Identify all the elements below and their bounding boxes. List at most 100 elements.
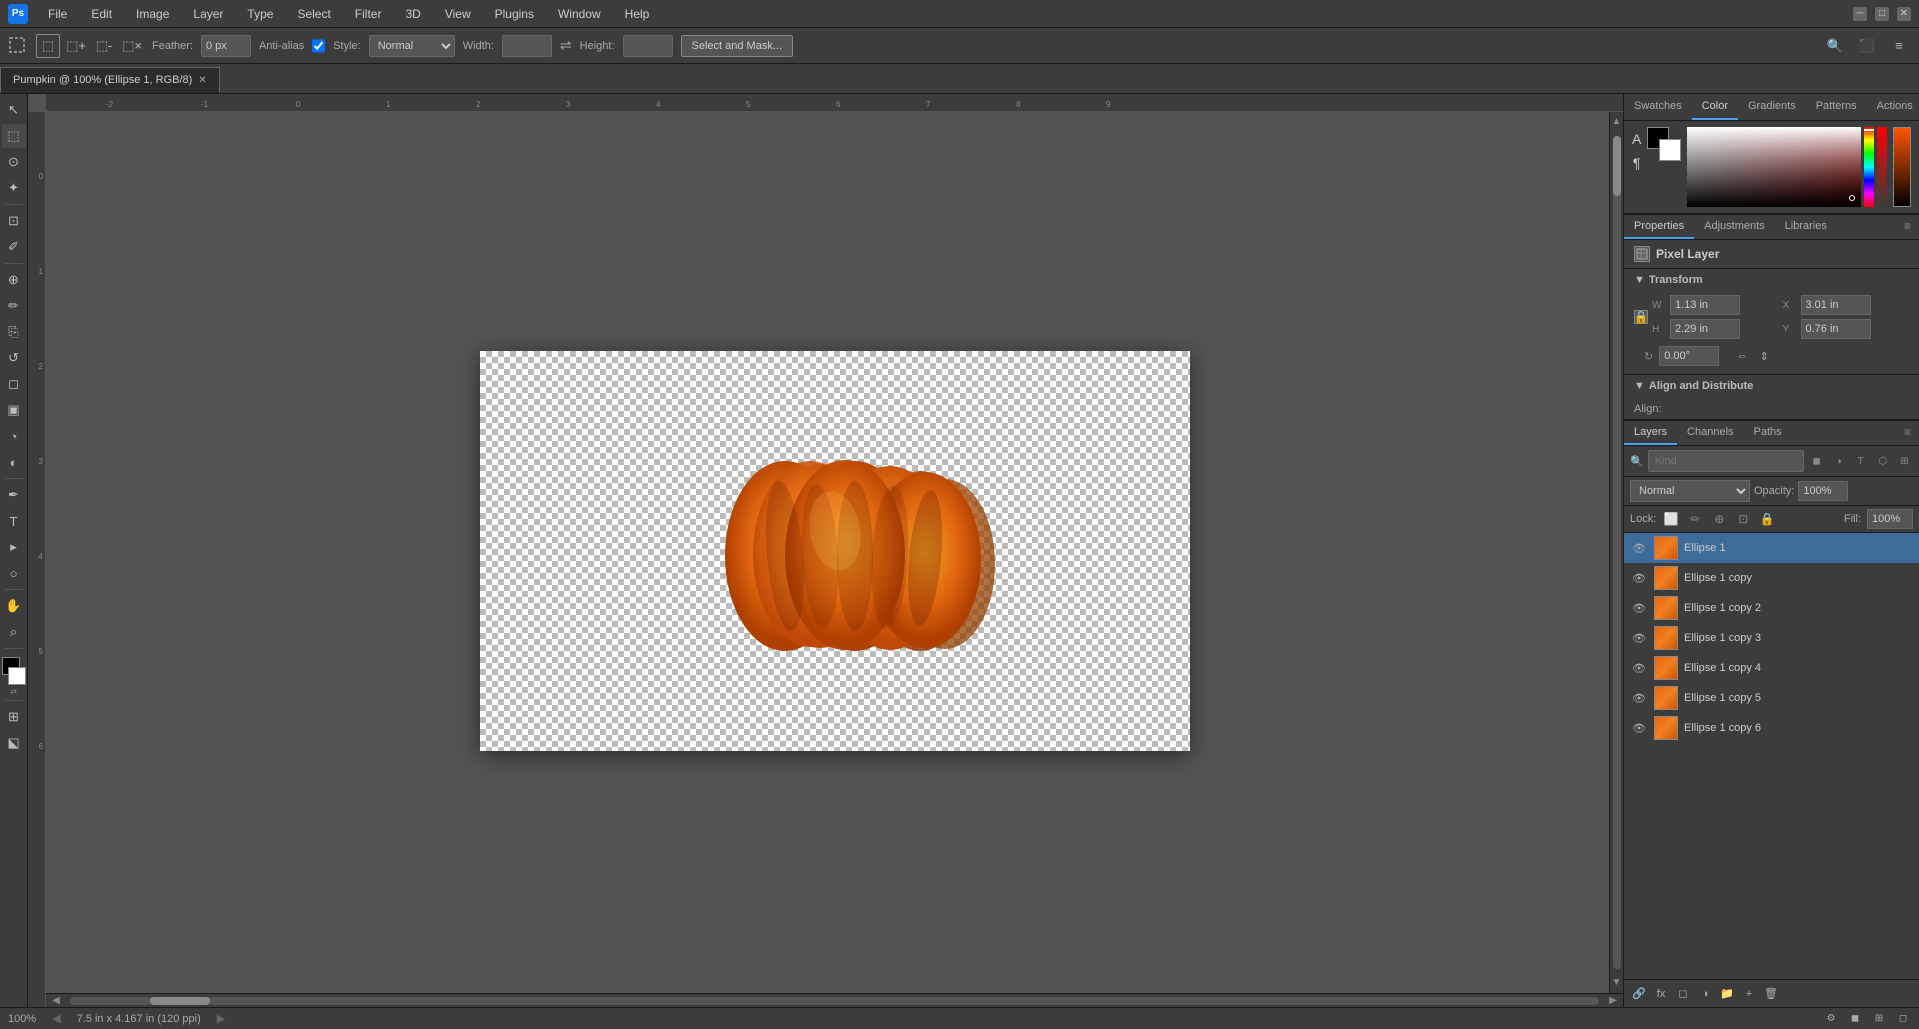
extra-button[interactable]: ≡	[1887, 34, 1911, 58]
fill-input[interactable]	[1867, 509, 1913, 529]
tool-gradient[interactable]: ▣	[2, 398, 26, 422]
opacity-input[interactable]	[1798, 481, 1848, 501]
layers-search-input[interactable]	[1648, 450, 1804, 472]
flip-h-icon[interactable]: ⇔	[1733, 347, 1751, 365]
filter-smart-icon[interactable]: ⊞	[1896, 452, 1914, 470]
width-input[interactable]	[502, 35, 552, 57]
height-input[interactable]	[623, 35, 673, 57]
tool-pen[interactable]: ✒	[2, 483, 26, 507]
sub-select-btn[interactable]: ⬚-	[92, 34, 116, 58]
adjustment-layer-button[interactable]: ◑	[1696, 985, 1714, 1003]
tool-brush[interactable]: ✏	[2, 294, 26, 318]
layer-item-ellipse1[interactable]: 👁 Ellipse 1	[1624, 533, 1919, 563]
hue-slider[interactable]	[1864, 127, 1874, 207]
lock-transparent-icon[interactable]: ⬜	[1662, 510, 1680, 528]
minimize-button[interactable]: ─	[1853, 7, 1867, 21]
vscroll-thumb[interactable]	[1613, 136, 1621, 196]
scroll-down-btn[interactable]: ▼	[1612, 973, 1622, 993]
group-layer-button[interactable]: 📁	[1718, 985, 1736, 1003]
menu-image[interactable]: Image	[132, 5, 173, 23]
canvas-area[interactable]: -2 -1 0 1 2 3 4 5 6 7 8 9 0 1 2 3 4 5 6	[28, 94, 1623, 1007]
tab-swatches[interactable]: Swatches	[1624, 94, 1692, 120]
eye-icon-ellipse1-copy2[interactable]: 👁	[1630, 599, 1648, 617]
document-tab[interactable]: Pumpkin @ 100% (Ellipse 1, RGB/8) ✕	[0, 67, 220, 93]
tool-dodge[interactable]: ◐	[2, 450, 26, 474]
search-button[interactable]: 🔍	[1823, 34, 1847, 58]
properties-options-icon[interactable]: ≡	[1896, 215, 1919, 239]
filter-pixel-icon[interactable]: ◼	[1808, 452, 1826, 470]
eye-icon-ellipse1-copy3[interactable]: 👁	[1630, 629, 1648, 647]
tab-actions[interactable]: Actions	[1867, 94, 1919, 120]
layer-item-ellipse1-copy3[interactable]: 👁 Ellipse 1 copy 3	[1624, 623, 1919, 653]
eye-icon-ellipse1-copy4[interactable]: 👁	[1630, 659, 1648, 677]
tool-stamp[interactable]: ⎘	[2, 320, 26, 344]
tool-magic-wand[interactable]: ✦	[2, 176, 26, 200]
close-button[interactable]: ✕	[1897, 7, 1911, 21]
workspace-button[interactable]: ⬛	[1855, 34, 1879, 58]
align-distribute-header[interactable]: ▼ Align and Distribute	[1624, 374, 1919, 397]
menu-edit[interactable]: Edit	[87, 5, 116, 23]
menu-layer[interactable]: Layer	[189, 5, 227, 23]
scroll-left-btn[interactable]: ◀	[46, 995, 66, 1006]
tool-select-rect[interactable]: ⬚	[2, 124, 26, 148]
tool-path-select[interactable]: ▸	[2, 535, 26, 559]
alpha-slider[interactable]	[1877, 127, 1887, 207]
swap-wh-icon[interactable]: ⇌	[560, 37, 572, 54]
x-transform-input[interactable]	[1801, 295, 1871, 315]
tool-extra-1[interactable]: ⊞	[2, 705, 26, 729]
eye-icon-ellipse1-copy6[interactable]: 👁	[1630, 719, 1648, 737]
menu-3d[interactable]: 3D	[401, 5, 424, 23]
menu-type[interactable]: Type	[243, 5, 277, 23]
flip-v-icon[interactable]: ⇕	[1755, 347, 1773, 365]
background-color[interactable]	[8, 667, 26, 685]
tab-color[interactable]: Color	[1692, 94, 1738, 120]
lock-all-icon[interactable]: 🔒	[1758, 510, 1776, 528]
tab-close-icon[interactable]: ✕	[198, 75, 206, 86]
menu-filter[interactable]: Filter	[351, 5, 386, 23]
status-arrow-right[interactable]: ▶	[217, 1012, 225, 1025]
blend-mode-select[interactable]: Normal Dissolve Multiply Screen Overlay	[1630, 480, 1750, 502]
layer-item-ellipse1-copy5[interactable]: 👁 Ellipse 1 copy 5	[1624, 683, 1919, 713]
color-paragraph-icon[interactable]: ¶	[1633, 155, 1641, 171]
intersect-select-btn[interactable]: ⬚×	[120, 34, 144, 58]
tab-libraries[interactable]: Libraries	[1775, 215, 1837, 239]
menu-file[interactable]: File	[44, 5, 71, 23]
delete-layer-button[interactable]: 🗑	[1762, 985, 1780, 1003]
tool-lasso[interactable]: ⊙	[2, 150, 26, 174]
tool-extra-2[interactable]: ⬕	[2, 731, 26, 755]
layer-mask-button[interactable]: ◻	[1674, 985, 1692, 1003]
tool-zoom[interactable]: ⌕	[2, 620, 26, 644]
transform-header[interactable]: ▼ Transform	[1624, 268, 1919, 291]
link-layers-button[interactable]: 🔗	[1630, 985, 1648, 1003]
bg-swatch[interactable]	[1659, 139, 1681, 161]
scroll-thumb[interactable]	[150, 997, 210, 1005]
rotate-input[interactable]	[1659, 346, 1719, 366]
tab-channels[interactable]: Channels	[1677, 421, 1743, 445]
tool-eyedropper[interactable]: ✐	[2, 235, 26, 259]
height-transform-input[interactable]	[1670, 319, 1740, 339]
menu-window[interactable]: Window	[554, 5, 605, 23]
scroll-right-btn[interactable]: ▶	[1603, 995, 1623, 1006]
layer-item-ellipse1-copy6[interactable]: 👁 Ellipse 1 copy 6	[1624, 713, 1919, 743]
antialias-checkbox[interactable]	[312, 35, 325, 57]
lock-position-icon[interactable]: ⊕	[1710, 510, 1728, 528]
tool-hand[interactable]: ✋	[2, 594, 26, 618]
menu-view[interactable]: View	[441, 5, 475, 23]
color-spectrum[interactable]	[1687, 127, 1861, 207]
layer-fx-button[interactable]: fx	[1652, 985, 1670, 1003]
menu-help[interactable]: Help	[621, 5, 654, 23]
filter-text-icon[interactable]: T	[1852, 452, 1870, 470]
tool-eraser[interactable]: ◻	[2, 372, 26, 396]
tool-crop[interactable]: ⊡	[2, 209, 26, 233]
color-picker-area[interactable]	[0, 657, 28, 685]
maximize-button[interactable]: □	[1875, 7, 1889, 21]
lock-pixels-icon[interactable]: ✏	[1686, 510, 1704, 528]
y-transform-input[interactable]	[1801, 319, 1871, 339]
feather-input[interactable]	[201, 35, 251, 57]
tab-paths[interactable]: Paths	[1744, 421, 1792, 445]
tool-text[interactable]: T	[2, 509, 26, 533]
rect-select-btn[interactable]: ⬚	[36, 34, 60, 58]
tool-move[interactable]: ↖	[2, 98, 26, 122]
tab-gradients[interactable]: Gradients	[1738, 94, 1806, 120]
tab-layers[interactable]: Layers	[1624, 421, 1677, 445]
